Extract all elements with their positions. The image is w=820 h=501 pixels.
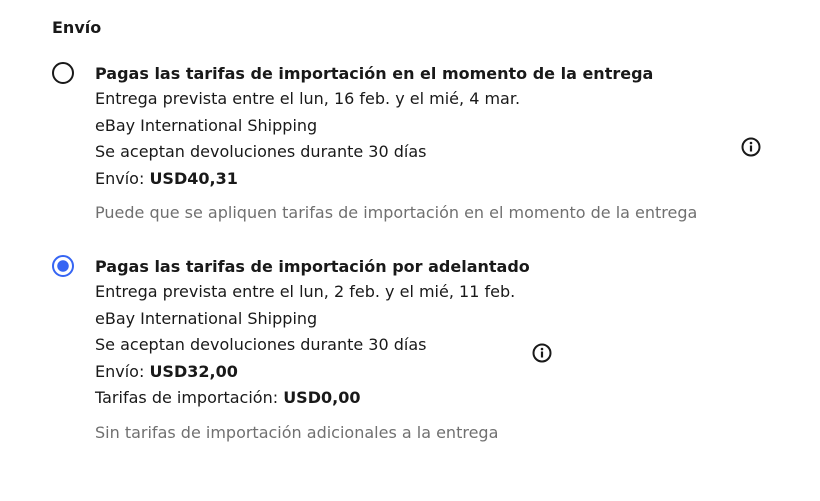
shipping-cost-label: Envío: — [95, 361, 150, 381]
shipping-cost-label: Envío: — [95, 168, 150, 188]
info-icon[interactable] — [741, 137, 761, 157]
returns-policy: Se aceptan devoluciones durante 30 días — [95, 335, 427, 354]
delivery-estimate: Entrega prevista entre el lun, 16 feb. y… — [95, 89, 521, 108]
option-title: Pagas las tarifas de importación en el m… — [95, 64, 654, 83]
section-title: Envío — [52, 18, 102, 37]
radio-button-selected[interactable] — [52, 255, 74, 277]
radio-button[interactable] — [52, 62, 74, 84]
option-title: Pagas las tarifas de importación por ade… — [95, 257, 530, 276]
import-fees-note: Sin tarifas de importación adicionales a… — [95, 422, 499, 442]
import-fees: Tarifas de importación: USD0,00 — [95, 385, 795, 412]
info-icon[interactable] — [532, 343, 552, 363]
returns-policy: Se aceptan devoluciones durante 30 días — [95, 142, 427, 161]
import-fees-value: USD0,00 — [283, 388, 361, 407]
shipping-cost-value: USD40,31 — [149, 168, 238, 188]
import-fees-note: Puede que se apliquen tarifas de importa… — [95, 203, 698, 222]
shipping-cost: Envío: USD40,31 — [95, 166, 795, 193]
delivery-estimate: Entrega prevista entre el lun, 2 feb. y … — [95, 282, 516, 301]
import-fees-label: Tarifas de importación: — [95, 388, 284, 407]
option-content: Pagas las tarifas de importación en el m… — [95, 62, 795, 225]
shipping-cost: Envío: USD32,00 — [95, 359, 795, 386]
option-content: Pagas las tarifas de importación por ade… — [95, 255, 795, 445]
shipping-cost-value: USD32,00 — [149, 361, 238, 381]
carrier-name: eBay International Shipping — [95, 308, 318, 328]
carrier-name: eBay International Shipping — [95, 115, 318, 135]
